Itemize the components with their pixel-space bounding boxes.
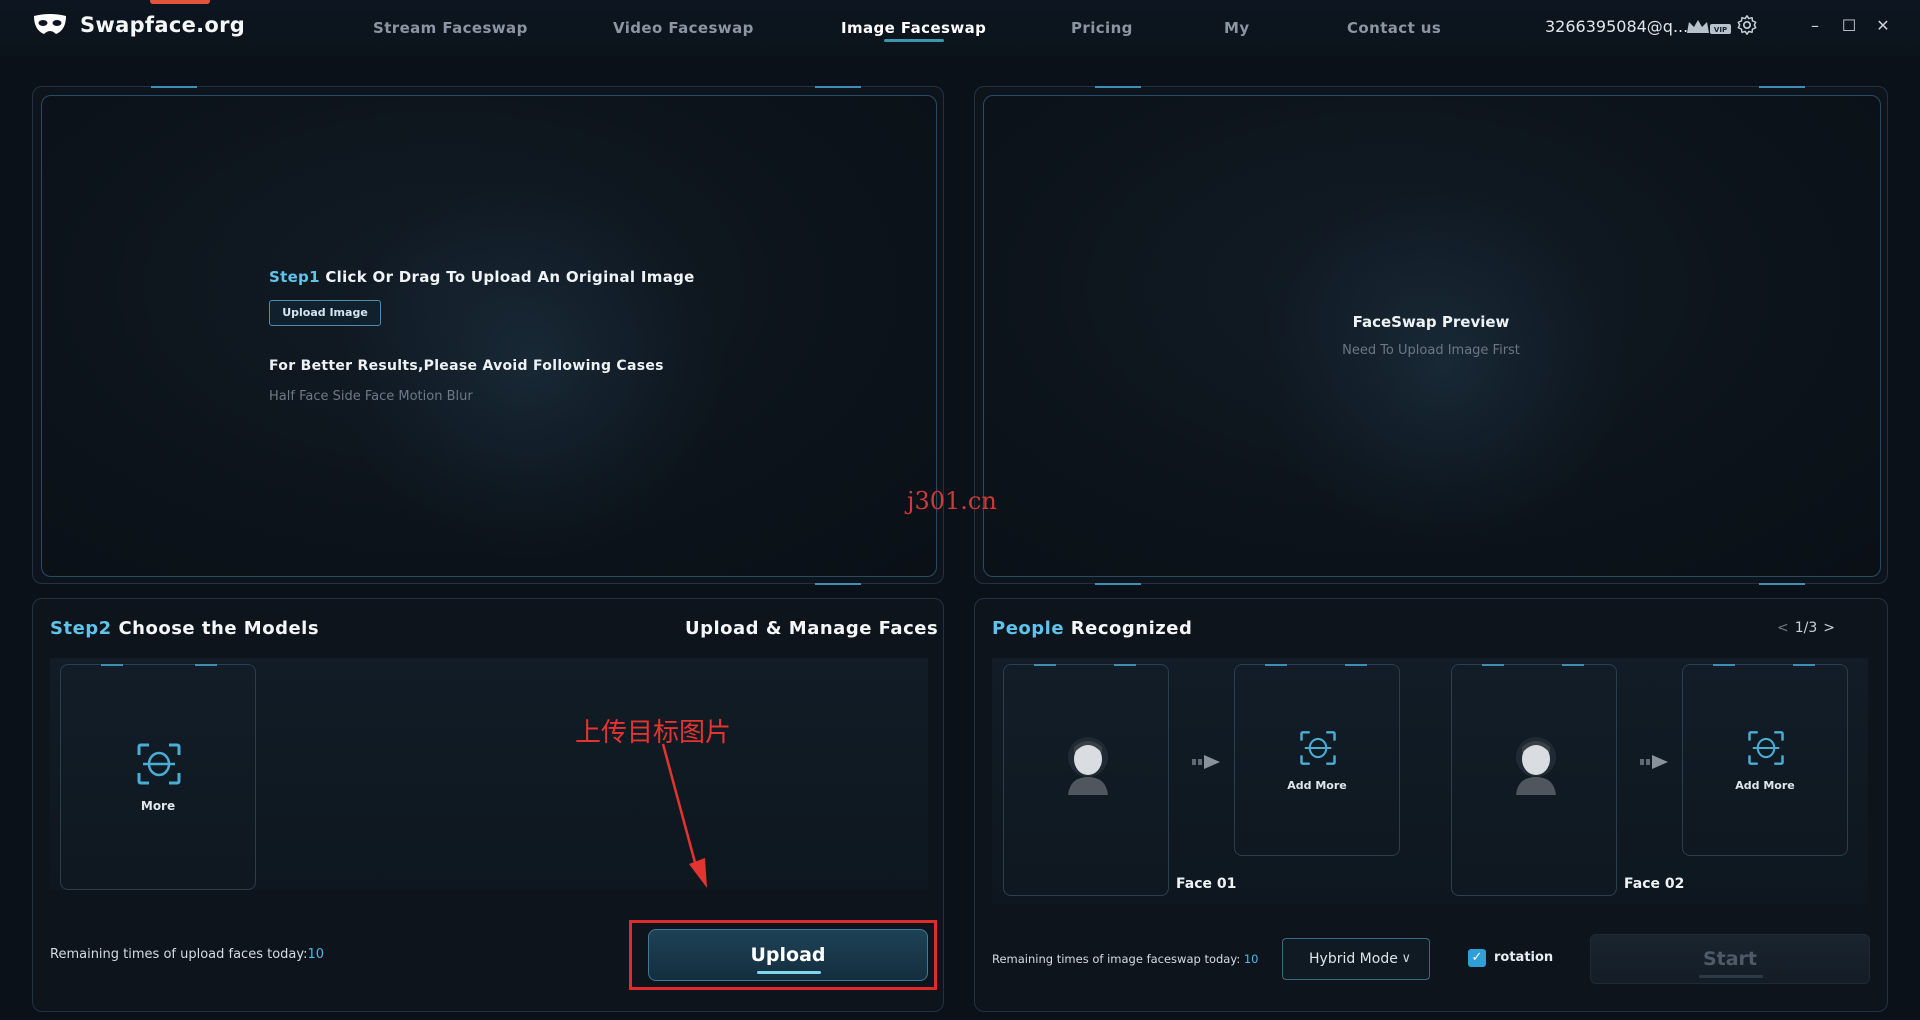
annotation-arrow-icon [661, 743, 707, 888]
mask-icon [34, 14, 66, 34]
faceswap-remaining-text: Remaining times of image faceswap today:… [992, 952, 1259, 966]
face-01-label: Face 01 [1176, 876, 1237, 892]
face-01-source-card[interactable] [1003, 664, 1169, 896]
pager-count: 1/3 [1794, 620, 1818, 636]
preview-title: FaceSwap Preview [1352, 313, 1510, 331]
settings-gear-icon[interactable] [1736, 14, 1758, 36]
upload-image-button[interactable]: Upload Image [269, 300, 381, 326]
people-recognized-title: People Recognized [992, 618, 1193, 639]
face-scan-icon [137, 743, 181, 785]
original-image-panel[interactable] [32, 86, 944, 585]
vip-crown-icon: VIP [1687, 20, 1731, 34]
nav-video-faceswap[interactable]: Video Faceswap [613, 0, 754, 56]
rotation-label: rotation [1494, 950, 1554, 965]
face-02-label: Face 02 [1624, 876, 1685, 892]
face-scan-icon [1300, 731, 1336, 765]
tips-list: Half Face Side Face Motion Blur [269, 389, 473, 404]
face-02-add-more-card[interactable]: Add More [1682, 664, 1848, 856]
maximize-button[interactable]: ☐ [1837, 14, 1861, 38]
preview-subtitle: Need To Upload Image First [1342, 343, 1520, 358]
swap-arrow-icon [1640, 755, 1668, 769]
title-bar: Swapface.org Stream Faceswap Video Faces… [0, 0, 1920, 56]
mode-select[interactable]: Hybrid Mode ∨ [1282, 938, 1430, 980]
step2-title: Step2 Choose the Models [50, 618, 320, 639]
face-01-add-more-card[interactable]: Add More [1234, 664, 1400, 856]
logo-accent-bar [150, 0, 210, 4]
more-label: More [140, 799, 176, 813]
face-02-source-card[interactable] [1451, 664, 1617, 896]
upload-remaining-text: Remaining times of upload faces today:10 [50, 947, 325, 962]
add-more-label: Add More [1735, 779, 1795, 792]
face-scan-icon [1748, 731, 1784, 765]
svg-text:VIP: VIP [1714, 26, 1727, 34]
person-avatar-icon [1068, 737, 1108, 795]
account-email[interactable]: 3266395084@q... [1545, 17, 1688, 36]
add-more-label: Add More [1287, 779, 1347, 792]
app-logo[interactable]: Swapface.org [32, 12, 245, 38]
swap-arrow-icon [1192, 755, 1220, 769]
rotation-checkbox[interactable]: ✓ [1468, 949, 1486, 967]
people-pager: <1/3 > [1777, 620, 1835, 636]
preview-panel [974, 86, 1888, 585]
chevron-down-icon: ∨ [1401, 951, 1411, 966]
nav-contact-us[interactable]: Contact us [1347, 0, 1441, 56]
face-mesh-graphic [1264, 176, 1624, 556]
nav-pricing[interactable]: Pricing [1071, 0, 1133, 56]
start-button[interactable]: Start [1590, 934, 1870, 984]
watermark: j301.cn [907, 487, 997, 515]
upload-faces-button[interactable]: Upload [648, 929, 928, 981]
original-image-dropzone[interactable] [41, 95, 937, 577]
nav-stream-faceswap[interactable]: Stream Faceswap [373, 0, 528, 56]
pager-prev-button[interactable]: < [1777, 620, 1789, 636]
preview-canvas [983, 95, 1881, 577]
nav-image-faceswap[interactable]: Image Faceswap [841, 0, 986, 56]
minimize-button[interactable]: – [1803, 14, 1827, 38]
tips-title: For Better Results,Please Avoid Followin… [269, 358, 664, 374]
app-name: Swapface.org [80, 13, 246, 37]
person-avatar-icon [1516, 737, 1556, 795]
step1-instruction: Step1 Click Or Drag To Upload An Origina… [269, 268, 695, 286]
more-models-card[interactable]: More [60, 664, 256, 890]
nav-my[interactable]: My [1224, 0, 1250, 56]
pager-next-button[interactable]: > [1823, 620, 1835, 636]
manage-faces-link[interactable]: Upload & Manage Faces [685, 618, 938, 639]
close-button[interactable]: ✕ [1871, 14, 1895, 38]
